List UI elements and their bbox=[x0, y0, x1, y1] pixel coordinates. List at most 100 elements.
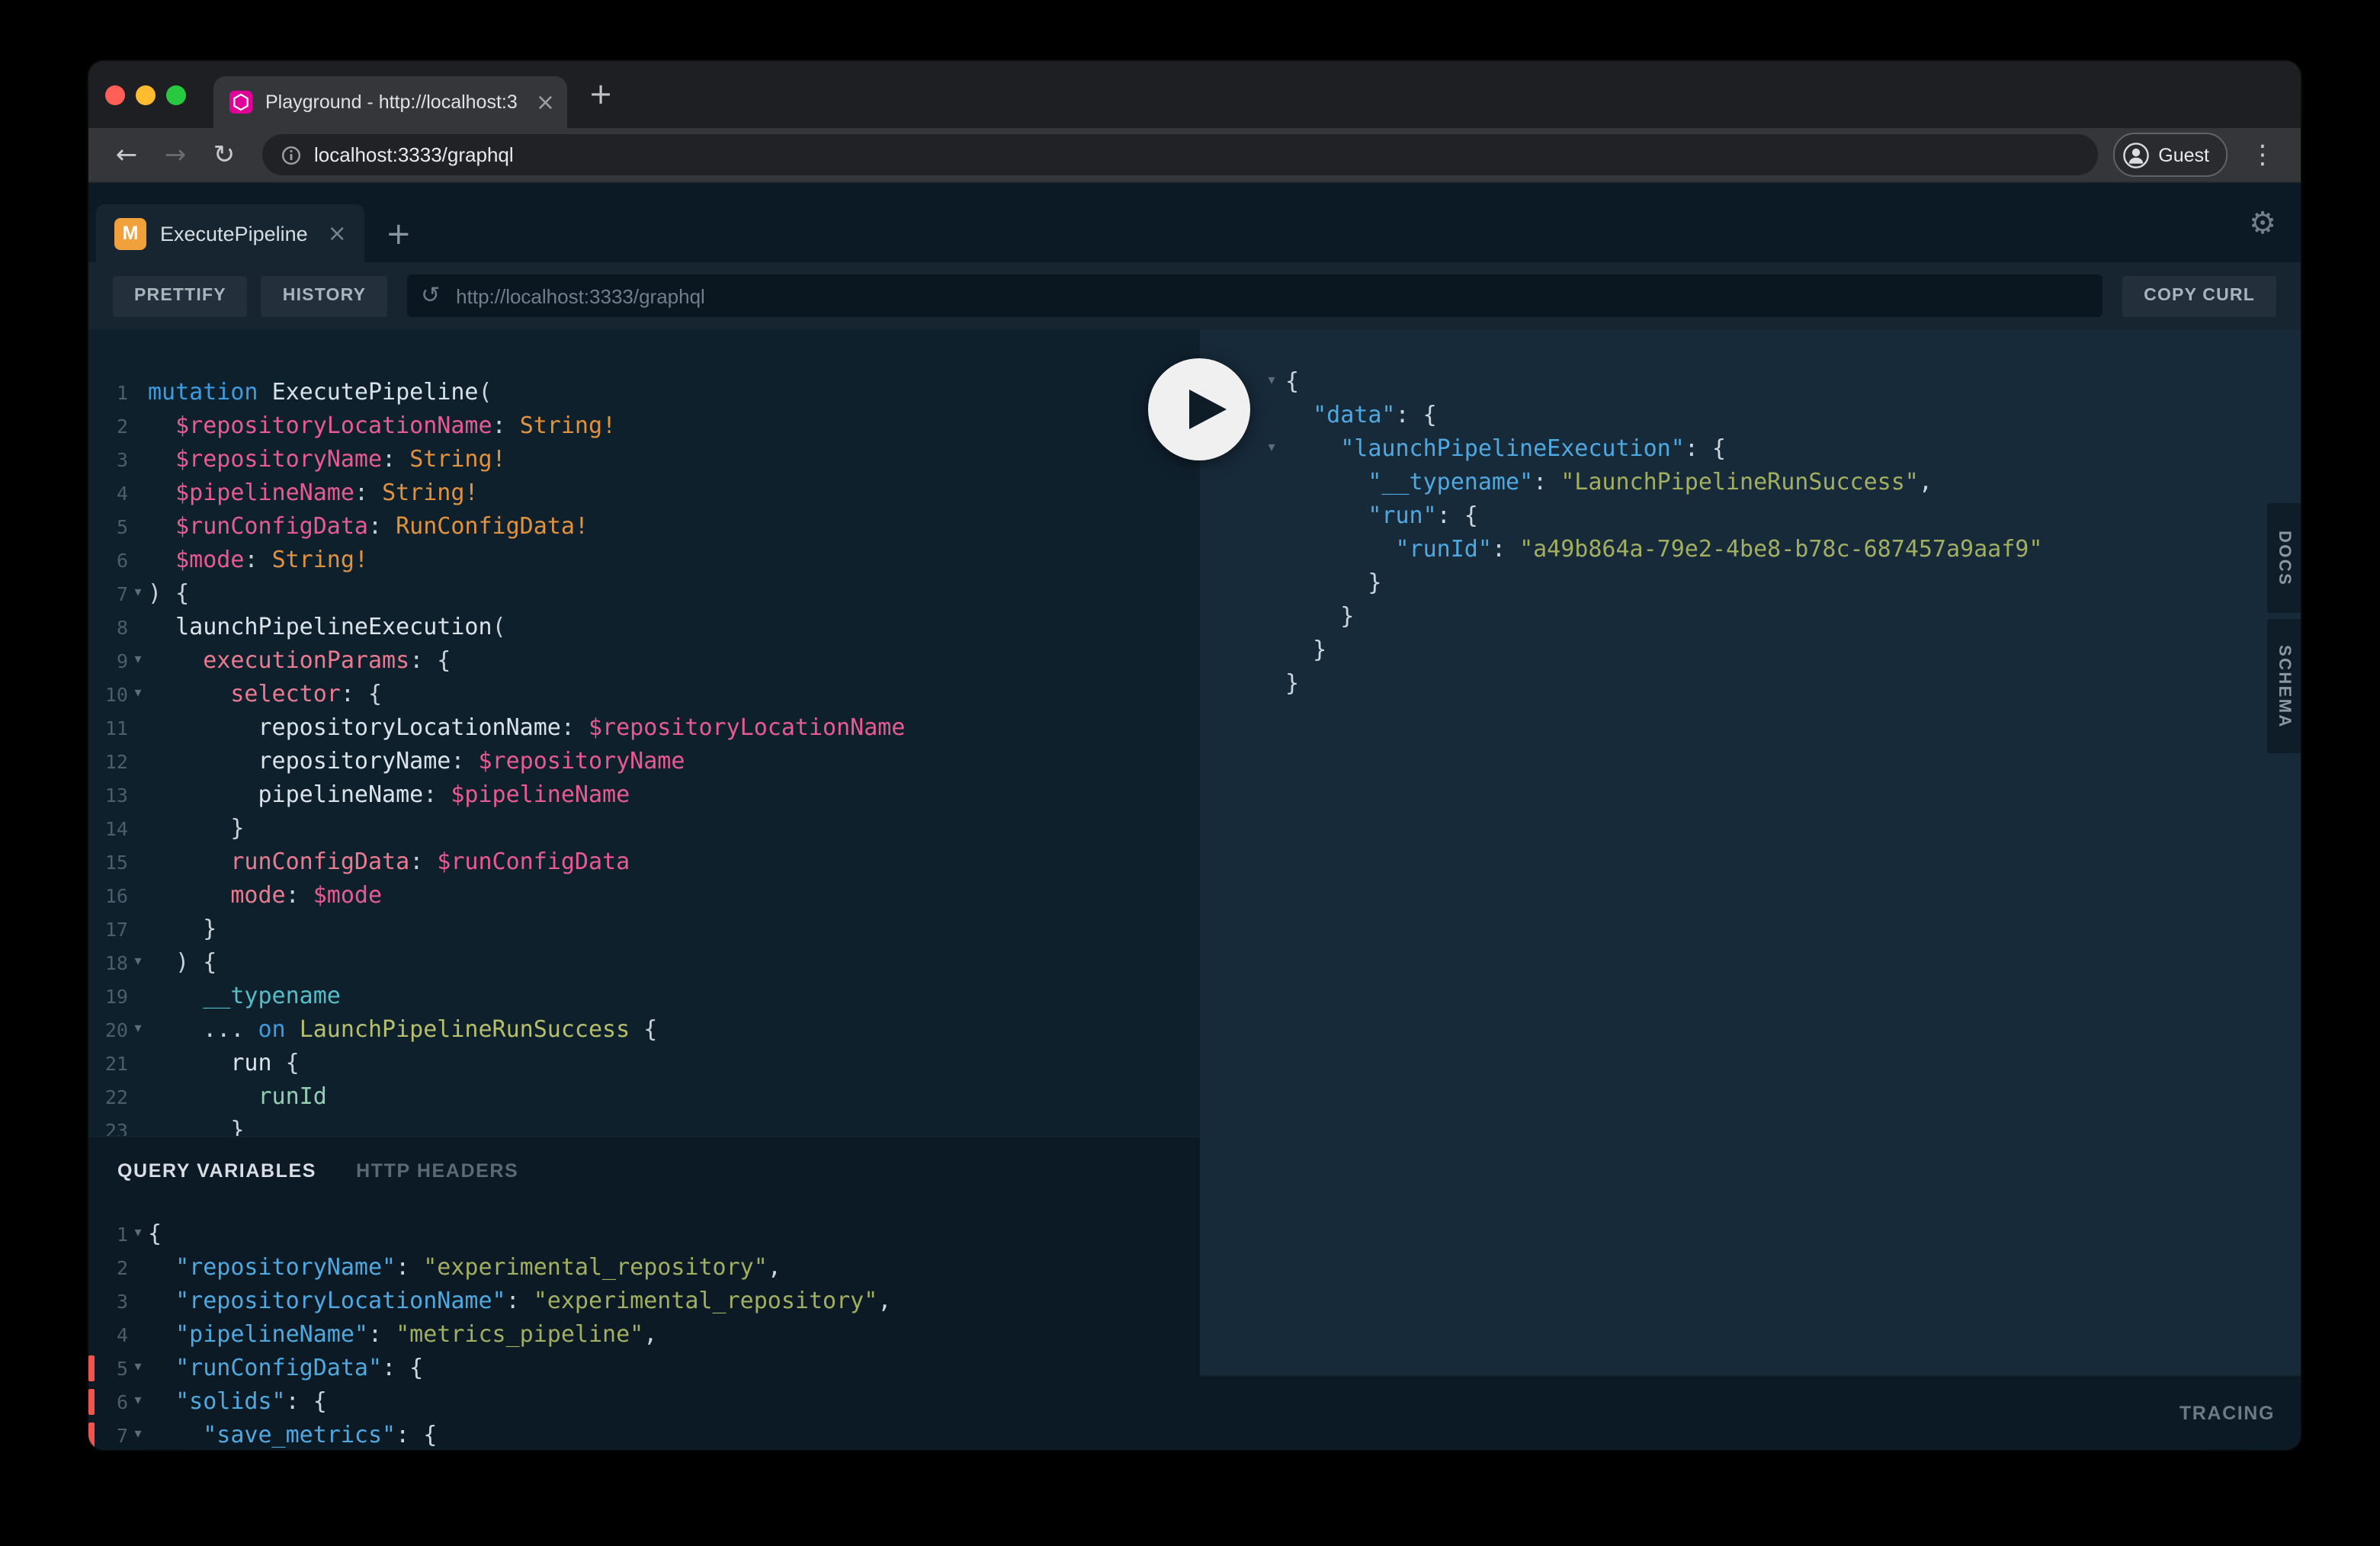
code-text: } bbox=[1285, 636, 1326, 663]
code-text: "save_metrics": { bbox=[148, 1421, 437, 1448]
line-number: 18 bbox=[95, 951, 128, 973]
code-text: repositoryLocationName: $repositoryLocat… bbox=[148, 714, 905, 741]
line-number: 15 bbox=[95, 850, 128, 873]
code-line: 3 "repositoryLocationName": "experimenta… bbox=[88, 1284, 1200, 1317]
code-line: 14 } bbox=[88, 811, 1200, 845]
close-window-button[interactable] bbox=[105, 85, 125, 104]
code-line: 2 "repositoryName": "experimental_reposi… bbox=[88, 1250, 1200, 1284]
query-code: 1mutation ExecutePipeline(2 $repositoryL… bbox=[88, 329, 1200, 1136]
profile-button[interactable]: Guest bbox=[2112, 133, 2228, 177]
tab-query-variables[interactable]: QUERY VARIABLES bbox=[117, 1160, 316, 1182]
code-line: ▾{ bbox=[1258, 364, 2301, 398]
fold-toggle-icon[interactable]: ▾ bbox=[128, 1226, 148, 1241]
prettify-button[interactable]: PRETTIFY bbox=[113, 275, 248, 316]
response-pane: ▾{ "data": {▾ "launchPipelineExecution":… bbox=[1200, 329, 2301, 1375]
site-info-icon[interactable] bbox=[281, 144, 302, 165]
code-text: "runId": "a49b864a-79e2-4be8-b78c-687457… bbox=[1285, 535, 2042, 563]
endpoint-input[interactable] bbox=[407, 274, 2103, 317]
new-tab-button[interactable]: + bbox=[579, 73, 622, 116]
browser-menu-icon[interactable]: ⋮ bbox=[2240, 132, 2285, 178]
code-line: 16 mode: $mode bbox=[88, 878, 1200, 912]
code-text: } bbox=[148, 915, 217, 942]
code-text: mode: $mode bbox=[148, 881, 382, 909]
marker-slot bbox=[88, 614, 95, 640]
fold-toggle-icon[interactable]: ▾ bbox=[128, 585, 148, 601]
marker-slot bbox=[88, 882, 95, 908]
line-number: 3 bbox=[95, 1289, 128, 1312]
code-line: 13 pipelineName: $pipelineName bbox=[88, 778, 1200, 811]
history-button[interactable]: HISTORY bbox=[261, 275, 387, 316]
tab-title: Playground - http://localhost:3 bbox=[265, 91, 527, 113]
code-text: ) { bbox=[148, 948, 217, 976]
code-text: "__typename": "LaunchPipelineRunSuccess"… bbox=[1285, 468, 1933, 496]
tab-http-headers[interactable]: HTTP HEADERS bbox=[356, 1160, 518, 1182]
code-line: 7▾) { bbox=[88, 576, 1200, 610]
marker-slot bbox=[88, 815, 95, 841]
playground-toolbar: PRETTIFY HISTORY ↺ COPY CURL bbox=[88, 262, 2301, 329]
endpoint-field-wrap: ↺ bbox=[407, 274, 2103, 317]
code-line: "__typename": "LaunchPipelineRunSuccess"… bbox=[1258, 465, 2301, 499]
screen: Playground - http://localhost:3 × + ← → … bbox=[0, 0, 2380, 1546]
playground-main: 1mutation ExecutePipeline(2 $repositoryL… bbox=[88, 329, 2301, 1450]
session-badge: M bbox=[114, 217, 146, 249]
browser-navbar: ← → ↻ localhost:3333/graphql Guest ⋮ bbox=[88, 128, 2301, 183]
marker-slot bbox=[88, 983, 95, 1009]
fold-toggle-icon[interactable]: ▾ bbox=[128, 954, 148, 970]
history-undo-icon[interactable]: ↺ bbox=[421, 284, 440, 307]
session-tab[interactable]: M ExecutePipeline × bbox=[96, 204, 365, 262]
add-session-button[interactable]: + bbox=[365, 204, 432, 262]
fold-toggle-icon[interactable]: ▾ bbox=[128, 1394, 148, 1409]
line-number: 17 bbox=[95, 917, 128, 940]
fold-toggle-icon[interactable]: ▾ bbox=[128, 686, 148, 701]
docs-tab[interactable]: DOCS bbox=[2267, 503, 2301, 613]
address-bar[interactable]: localhost:3333/graphql bbox=[262, 134, 2097, 175]
code-text: { bbox=[148, 1220, 162, 1247]
fold-toggle-icon[interactable]: ▾ bbox=[128, 1427, 148, 1442]
line-number: 12 bbox=[95, 749, 128, 772]
copy-curl-button[interactable]: COPY CURL bbox=[2122, 275, 2276, 316]
error-marker bbox=[88, 1422, 95, 1448]
fold-toggle-icon[interactable]: ▾ bbox=[1258, 441, 1285, 456]
fold-toggle-icon[interactable]: ▾ bbox=[1258, 374, 1285, 389]
code-line: "data": { bbox=[1258, 398, 2301, 431]
line-number: 9 bbox=[95, 649, 128, 672]
tab-close-icon[interactable]: × bbox=[536, 91, 555, 114]
code-line: 7▾ "save_metrics": { bbox=[88, 1418, 1200, 1450]
code-line: 12 repositoryName: $repositoryName bbox=[88, 744, 1200, 778]
graphql-playground: M ExecutePipeline × + ⚙ PRETTIFY HISTORY… bbox=[88, 183, 2301, 1450]
tracing-bar[interactable]: TRACING bbox=[1200, 1375, 2301, 1450]
code-line: 9▾ executionParams: { bbox=[88, 643, 1200, 677]
fullscreen-window-button[interactable] bbox=[166, 85, 186, 104]
browser-window: Playground - http://localhost:3 × + ← → … bbox=[88, 61, 2301, 1450]
fold-toggle-icon[interactable]: ▾ bbox=[128, 1022, 148, 1037]
minimize-window-button[interactable] bbox=[136, 85, 156, 104]
variables-editor[interactable]: 1▾{2 "repositoryName": "experimental_rep… bbox=[88, 1204, 1200, 1450]
line-number: 7 bbox=[95, 1423, 128, 1446]
marker-slot bbox=[88, 949, 95, 975]
settings-gear-icon[interactable]: ⚙ bbox=[2249, 207, 2276, 238]
line-number: 10 bbox=[95, 682, 128, 705]
code-text: repositoryName: $repositoryName bbox=[148, 747, 685, 775]
url-text: localhost:3333/graphql bbox=[314, 143, 514, 166]
error-marker bbox=[88, 1355, 95, 1381]
session-title: ExecutePipeline bbox=[160, 222, 308, 245]
code-text: pipelineName: $pipelineName bbox=[148, 781, 630, 808]
code-line: 22 runId bbox=[88, 1079, 1200, 1113]
query-editor[interactable]: 1mutation ExecutePipeline(2 $repositoryL… bbox=[88, 329, 1200, 1136]
schema-tab[interactable]: SCHEMA bbox=[2267, 619, 2301, 753]
session-close-icon[interactable]: × bbox=[328, 222, 347, 245]
browser-tab[interactable]: Playground - http://localhost:3 × bbox=[213, 76, 567, 128]
code-line: ▾ "launchPipelineExecution": { bbox=[1258, 431, 2301, 465]
line-number: 22 bbox=[95, 1085, 128, 1108]
code-line: } bbox=[1258, 666, 2301, 700]
fold-toggle-icon[interactable]: ▾ bbox=[128, 1360, 148, 1375]
forward-icon[interactable]: → bbox=[152, 132, 198, 178]
reload-icon[interactable]: ↻ bbox=[201, 132, 247, 178]
fold-toggle-icon[interactable]: ▾ bbox=[128, 653, 148, 668]
marker-slot bbox=[88, 1321, 95, 1347]
back-icon[interactable]: ← bbox=[104, 132, 149, 178]
marker-slot bbox=[88, 1050, 95, 1076]
marker-slot bbox=[88, 480, 95, 505]
line-number: 5 bbox=[95, 1356, 128, 1379]
execute-button[interactable] bbox=[1148, 358, 1250, 460]
